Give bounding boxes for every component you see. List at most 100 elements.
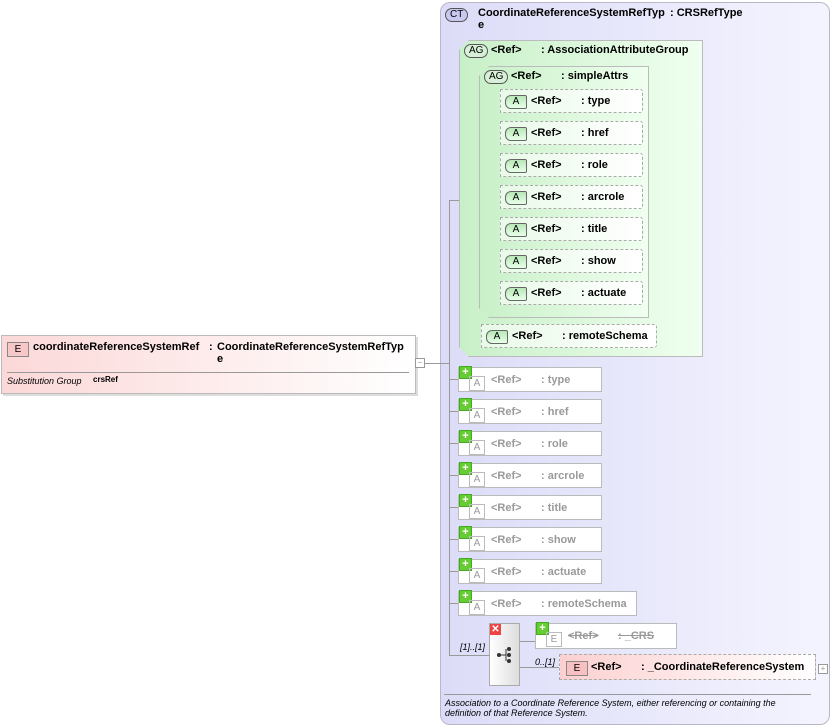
ag-ref: <Ref>	[491, 44, 522, 56]
attribute-show[interactable]: A <Ref> : show	[500, 249, 643, 273]
attribute-ref: <Ref>	[531, 255, 562, 267]
attribute-badge: A	[469, 568, 485, 583]
attribute-actuate[interactable]: A <Ref> : actuate	[500, 281, 643, 305]
element-name: coordinateReferenceSystemRef	[33, 341, 199, 353]
attribute-name: : show	[541, 534, 576, 546]
coord-ref-cardinality: 0..[1]	[535, 657, 555, 667]
connector-line	[518, 667, 559, 668]
inherited-attribute-title[interactable]: +A<Ref>: title	[458, 495, 602, 520]
crs-name: : _CRS	[618, 630, 654, 642]
attribute-ref: <Ref>	[491, 470, 522, 482]
inherited-attribute-href[interactable]: +A<Ref>: href	[458, 399, 602, 424]
crs-element[interactable]: + E <Ref> : _CRS	[535, 623, 677, 649]
attribute-badge: A	[505, 255, 527, 269]
coordinate-reference-system-element[interactable]: E <Ref> : _CoordinateReferenceSystem	[559, 654, 816, 680]
attribute-arcrole[interactable]: A <Ref> : arcrole	[500, 185, 643, 209]
attribute-ref: <Ref>	[491, 438, 522, 450]
element-badge: E	[566, 661, 588, 676]
attribute-name: : type	[581, 95, 610, 107]
attribute-badge: A	[469, 600, 485, 615]
attribute-name: : show	[581, 255, 616, 267]
attribute-badge: A	[505, 159, 527, 173]
attribute-ref: <Ref>	[531, 191, 562, 203]
attribute-badge: A	[486, 330, 508, 344]
element-type-cont: e	[217, 353, 223, 365]
connector-line	[449, 475, 458, 476]
attribute-name: : type	[541, 374, 570, 386]
element-sep: :	[209, 341, 213, 353]
connector-line	[449, 603, 458, 604]
attribute-ref: <Ref>	[531, 127, 562, 139]
divider	[7, 372, 409, 373]
inherited-attribute-arcrole[interactable]: +A<Ref>: arcrole	[458, 463, 602, 488]
connector-line	[449, 379, 458, 380]
coord-ref-name: : _CoordinateReferenceSystem	[641, 661, 804, 673]
attribute-badge: A	[469, 408, 485, 423]
expand-toggle[interactable]: +	[818, 664, 828, 674]
connector-line	[449, 539, 458, 540]
choice-compositor[interactable]: ✕	[489, 623, 520, 686]
connector-line	[449, 571, 458, 572]
simple-attrs-badge: AG	[484, 70, 508, 84]
complex-type-name-cont: e	[478, 19, 484, 31]
inherited-attribute-show[interactable]: +A<Ref>: show	[458, 527, 602, 552]
attribute-name: : actuate	[581, 287, 626, 299]
attribute-name: : arcrole	[581, 191, 624, 203]
attribute-name: : title	[581, 223, 607, 235]
coord-ref-ref: <Ref>	[591, 661, 622, 673]
attribute-name: : actuate	[541, 566, 586, 578]
attribute-ref: <Ref>	[531, 95, 562, 107]
choice-icon	[496, 646, 514, 664]
close-icon[interactable]: ✕	[490, 624, 501, 635]
connector-line	[449, 200, 459, 201]
attribute-type[interactable]: A <Ref> : type	[500, 89, 643, 113]
complex-type-badge: CT	[445, 8, 468, 22]
attribute-ref: <Ref>	[531, 159, 562, 171]
element-type: CoordinateReferenceSystemRefTyp	[217, 341, 404, 353]
connector-line	[449, 411, 458, 412]
attribute-badge: A	[469, 440, 485, 455]
attribute-badge: A	[505, 127, 527, 141]
inherited-attribute-type[interactable]: +A<Ref>: type	[458, 367, 602, 392]
attribute-title[interactable]: A <Ref> : title	[500, 217, 643, 241]
connector-line	[449, 443, 458, 444]
inherited-attribute-role[interactable]: +A<Ref>: role	[458, 431, 602, 456]
attribute-ref: <Ref>	[491, 502, 522, 514]
attribute-role[interactable]: A <Ref> : role	[500, 153, 643, 177]
attribute-badge: A	[505, 95, 527, 109]
attribute-name: : role	[541, 438, 568, 450]
attribute-badge: A	[469, 376, 485, 391]
connector-line	[449, 507, 458, 508]
inherited-attribute-actuate[interactable]: +A<Ref>: actuate	[458, 559, 602, 584]
crs-ref: <Ref>	[568, 630, 599, 642]
attribute-name: : arcrole	[541, 470, 584, 482]
attribute-name: : href	[581, 127, 609, 139]
connector-line	[449, 200, 450, 656]
inherited-attribute-remoteSchema[interactable]: +A<Ref>: remoteSchema	[458, 591, 637, 616]
description: Association to a Coordinate Reference Sy…	[445, 698, 805, 718]
attribute-ref: <Ref>	[491, 566, 522, 578]
attribute-ref: <Ref>	[491, 374, 522, 386]
attribute-ref: <Ref>	[531, 287, 562, 299]
attribute-ref: <Ref>	[491, 534, 522, 546]
element-badge: E	[7, 342, 29, 357]
ag-badge: AG	[464, 44, 488, 58]
attribute-name: : href	[541, 406, 569, 418]
element-badge: E	[546, 632, 562, 647]
choice-cardinality: [1]..[1]	[460, 642, 485, 652]
root-element-box[interactable]: E coordinateReferenceSystemRef : Coordin…	[1, 335, 416, 394]
attribute-badge: A	[505, 287, 527, 301]
attribute-name: : role	[581, 159, 608, 171]
attribute-badge: A	[505, 191, 527, 205]
substitution-label: Substitution Group	[7, 376, 82, 386]
attribute-name: : remoteSchema	[541, 598, 627, 610]
attribute-badge: A	[469, 504, 485, 519]
attribute-name: : title	[541, 502, 567, 514]
attribute-badge: A	[469, 472, 485, 487]
attribute-remoteSchema[interactable]: A<Ref>: remoteSchema	[481, 324, 657, 348]
attribute-href[interactable]: A <Ref> : href	[500, 121, 643, 145]
attribute-ref: <Ref>	[512, 330, 543, 342]
attribute-ref: <Ref>	[531, 223, 562, 235]
attribute-badge: A	[505, 223, 527, 237]
ag-name: : AssociationAttributeGroup	[541, 44, 688, 56]
